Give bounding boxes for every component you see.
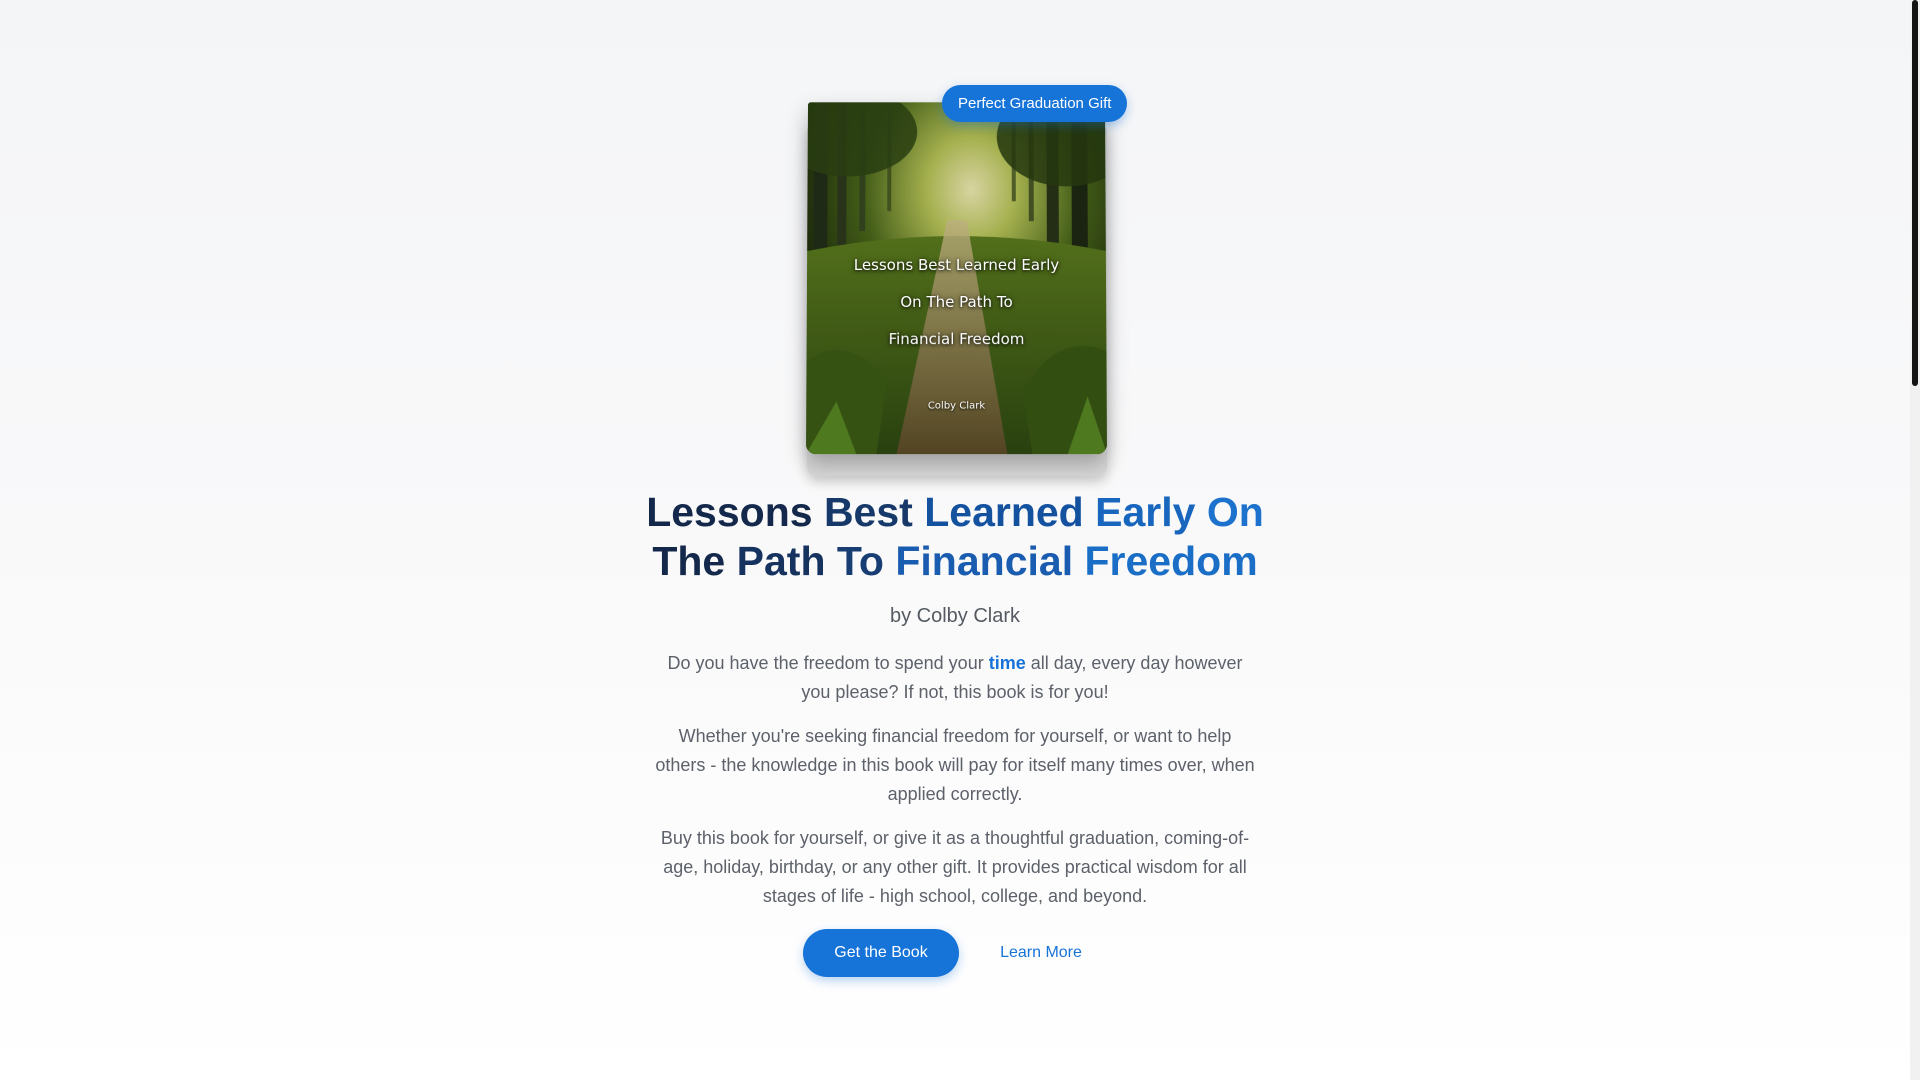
title-line-1: Lessons Best Learned Early On [560,488,1350,537]
title-word: Financial [895,538,1074,584]
intro-paragraph: Do you have the freedom to spend your ti… [652,649,1258,707]
graduation-gift-badge: Perfect Graduation Gift [942,85,1128,122]
knowledge-paragraph: Whether you're seeking financial freedom… [655,726,1255,804]
title-word: Best [823,489,913,535]
hero-section: Lessons Best Learned Early On The Path T… [0,0,1910,1080]
scrollbar-thumb[interactable] [1912,0,1918,386]
title-word: Early [1095,489,1196,535]
title-line-2: The Path To Financial Freedom [560,537,1350,586]
title-word: Path [736,538,826,584]
title-word: Freedom [1084,538,1258,584]
title-word: To [836,538,884,584]
title-word: On [1206,489,1264,535]
gift-paragraph: Buy this book for yourself, or give it a… [660,828,1250,906]
cover-author: Colby Clark [927,400,986,412]
title-word: Learned [924,489,1084,535]
get-the-book-button[interactable]: Get the Book [803,929,959,977]
author-byline: by Colby Clark [889,605,1021,627]
page-title: Lessons Best Learned Early On The Path T… [560,488,1350,586]
highlight-time: time [988,653,1026,673]
title-word: Lessons [646,489,813,535]
title-word: The [652,538,726,584]
cover-title-line: On The Path To [900,293,1013,312]
cover-title: Lessons Best Learned Early On The Path T… [807,247,1107,358]
book-cover-image: Lessons Best Learned Early On The Path T… [805,101,1108,476]
learn-more-link[interactable]: Learn More [985,929,1097,977]
cover-title-line: Financial Freedom [888,330,1025,349]
book-cover: Lessons Best Learned Early On The Path T… [805,102,1108,455]
page-scrollbar[interactable] [1910,0,1920,1080]
cover-title-line: Lessons Best Learned Early [853,256,1060,275]
intro-text: Do you have the freedom to spend your [667,653,989,673]
